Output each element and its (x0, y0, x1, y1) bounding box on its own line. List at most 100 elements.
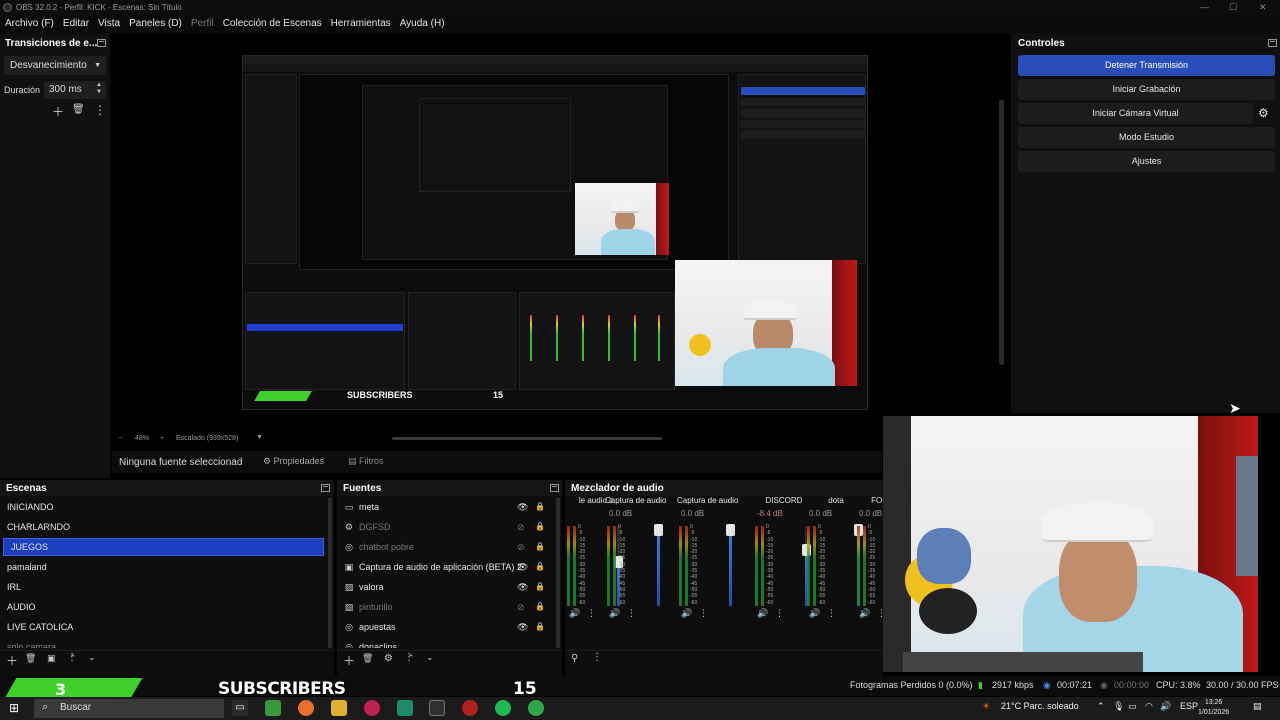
transition-select[interactable]: Desvanecimiento ▼ (4, 56, 106, 75)
volume-fader[interactable] (654, 524, 663, 606)
scene-item[interactable]: INICIANDO (0, 499, 320, 517)
volume-mute-icon[interactable]: 🔊 (757, 608, 768, 619)
weather-text[interactable]: 21°C Parc. soleado (1001, 701, 1079, 711)
volume-mute-icon[interactable]: 🔊 (859, 608, 870, 619)
trash-icon[interactable]: 🗑 (72, 104, 85, 115)
visibility-eye-icon[interactable]: 👁 (517, 502, 528, 513)
visibility-eye-icon[interactable]: 👁 (517, 582, 528, 593)
scene-item[interactable]: CHARLARNDO (0, 519, 320, 537)
filters-button[interactable]: ▤ Filtros (348, 456, 384, 467)
weather-icon[interactable]: ☀ (982, 701, 990, 712)
dock-float-icon[interactable] (321, 484, 330, 492)
fader-knob[interactable] (654, 524, 663, 536)
link-icon[interactable]: ⚲ (571, 653, 578, 664)
scene-item[interactable]: solo camara (0, 639, 320, 648)
spinner-arrows-icon[interactable]: ▲ ▼ (96, 82, 102, 96)
scene-item[interactable]: LIVE CATOLICA (0, 619, 320, 637)
chrome-icon[interactable] (528, 700, 544, 716)
windows-start-icon[interactable]: ⊞ (9, 702, 22, 715)
start-virtual-camera-button[interactable]: Iniciar Cámara Virtual (1018, 103, 1253, 124)
scale-dropdown-icon[interactable]: ▼ (256, 434, 263, 441)
scenes-scrollbar[interactable] (328, 498, 332, 648)
scene-item-selected[interactable]: JUEGOS (3, 538, 324, 556)
start-recording-button[interactable]: Iniciar Grabación (1018, 79, 1275, 100)
menu-archivo[interactable]: Archivo (F) (5, 15, 59, 33)
app-icon[interactable] (397, 700, 413, 716)
move-down-icon[interactable]: ⌄ (426, 652, 434, 663)
more-options-icon[interactable]: ⋮ (627, 608, 636, 619)
add-scene-icon[interactable]: ＋ (6, 652, 18, 669)
volume-mute-icon[interactable]: 🔊 (569, 608, 580, 619)
notifications-icon[interactable]: ▤ (1253, 701, 1262, 712)
wifi-icon[interactable]: ◠ (1145, 701, 1153, 712)
close-icon[interactable]: ✕ (1259, 2, 1267, 13)
maximize-icon[interactable]: ☐ (1229, 2, 1237, 13)
file-explorer-icon[interactable] (331, 700, 347, 716)
source-item[interactable]: ◎ apuestas 👁 🔒 (337, 619, 547, 637)
gear-icon[interactable]: ⚙ (384, 653, 393, 664)
scene-item[interactable]: pamaland (0, 559, 320, 577)
source-item[interactable]: ◎ chatbot pobre ⊘ 🔒 (337, 539, 547, 557)
more-options-icon[interactable]: ⋮ (827, 608, 836, 619)
dock-float-icon[interactable] (97, 39, 106, 47)
zoom-out-icon[interactable]: − (118, 435, 122, 442)
zoom-in-icon[interactable]: + (160, 435, 164, 442)
lock-icon[interactable]: 🔒 (535, 582, 545, 591)
visibility-eye-icon[interactable]: 👁 (517, 562, 528, 573)
scene-item[interactable]: AUDIO (0, 599, 320, 617)
more-options-icon[interactable]: ⋮ (699, 608, 708, 619)
visibility-eye-icon[interactable]: 👁 (517, 622, 528, 633)
studio-mode-button[interactable]: Modo Estudio (1018, 127, 1275, 148)
add-transition-icon[interactable]: ＋ (52, 103, 64, 120)
volume-icon[interactable]: 🔊 (1160, 701, 1171, 712)
move-down-icon[interactable]: ⌄ (88, 652, 96, 663)
more-options-icon[interactable]: ⋮ (775, 608, 784, 619)
source-item[interactable]: ⚙ DGFSD ⊘ 🔒 (337, 519, 547, 537)
obs-taskbar-icon[interactable] (429, 700, 445, 716)
source-item[interactable]: ▨ pinturillo ⊘ 🔒 (337, 599, 547, 617)
menu-vista[interactable]: Vista (98, 15, 125, 33)
language-indicator[interactable]: ESP (1180, 701, 1198, 711)
minecraft-icon[interactable] (265, 700, 281, 716)
lock-icon[interactable]: 🔒 (535, 622, 545, 631)
fader-knob[interactable] (726, 524, 735, 536)
trash-icon[interactable]: 🗑 (25, 653, 36, 664)
virtual-camera-settings-icon[interactable]: ⚙ (1258, 106, 1269, 120)
volume-mute-icon[interactable]: 🔊 (681, 608, 692, 619)
lock-icon[interactable]: 🔒 (535, 502, 545, 511)
properties-button[interactable]: ⚙ Propiedades (263, 456, 324, 467)
source-item[interactable]: ▣ Captura de audio de aplicación (BETA) … (337, 559, 547, 577)
more-options-icon[interactable]: ⋮ (587, 608, 596, 619)
lock-icon[interactable]: 🔒 (535, 522, 545, 531)
volume-fader[interactable] (726, 524, 735, 606)
settings-button[interactable]: Ajustes (1018, 151, 1275, 172)
add-source-icon[interactable]: ＋ (343, 652, 355, 669)
lock-icon[interactable]: 🔒 (535, 562, 545, 571)
move-up-icon[interactable]: ⌃ (407, 653, 415, 664)
lock-icon[interactable]: 🔒 (535, 602, 545, 611)
more-options-icon[interactable]: ⋮ (94, 103, 106, 117)
preview-scrollbar[interactable] (392, 437, 662, 440)
tray-chevron-icon[interactable]: ⌃ (1097, 701, 1105, 712)
visibility-hidden-icon[interactable]: ⊘ (517, 602, 525, 613)
menu-ayuda[interactable]: Ayuda (H) (400, 15, 450, 33)
menu-paneles[interactable]: Paneles (D) (129, 15, 187, 33)
clock[interactable]: 13:26 1/01/2026 (1198, 698, 1229, 718)
controls-scrollbar[interactable] (999, 100, 1004, 365)
network-icon[interactable]: ▭ (1128, 701, 1137, 712)
duration-spinbox[interactable]: 300 ms ▲ ▼ (44, 81, 106, 99)
source-item[interactable]: ▭ meta 👁 🔒 (337, 499, 547, 517)
volume-mute-icon[interactable]: 🔊 (809, 608, 820, 619)
dock-float-icon[interactable] (1268, 39, 1277, 47)
menu-perfil[interactable]: Perfil (191, 15, 219, 33)
spotify-icon[interactable] (495, 700, 511, 716)
minimize-icon[interactable]: — (1200, 2, 1209, 12)
source-item[interactable]: ◎ donaclips (337, 639, 547, 648)
volume-mute-icon[interactable]: 🔊 (609, 608, 620, 619)
mic-icon[interactable]: 🎙 (1113, 701, 1124, 712)
more-options-icon[interactable]: ⋮ (592, 652, 602, 663)
menu-coleccion-escenas[interactable]: Colección de Escenas (223, 15, 327, 33)
filter-icon[interactable]: ▣ (47, 653, 56, 664)
recording-app-icon[interactable] (462, 700, 478, 716)
menu-herramientas[interactable]: Herramientas (331, 15, 396, 33)
